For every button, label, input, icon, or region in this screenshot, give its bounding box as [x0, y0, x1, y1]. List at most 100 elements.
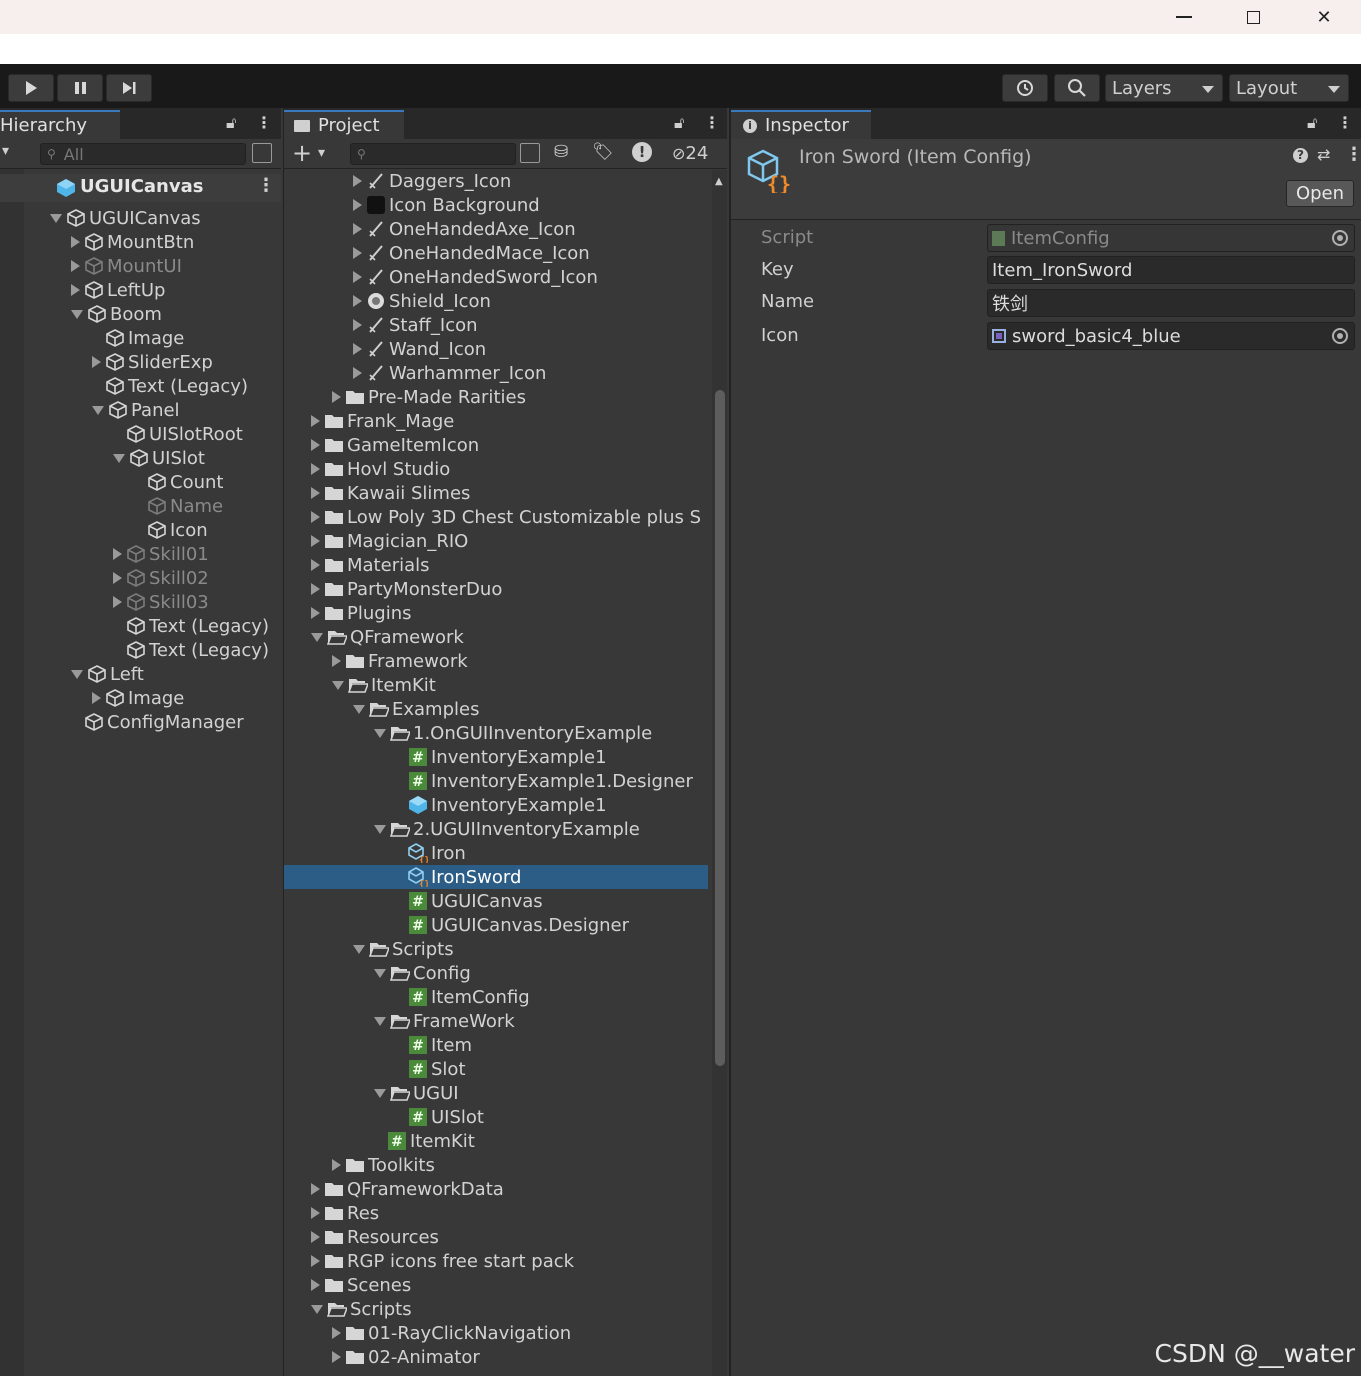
expand-arrow-icon[interactable]: [353, 271, 362, 283]
expand-arrow-icon[interactable]: [311, 1255, 320, 1267]
expand-arrow-icon[interactable]: [332, 1351, 341, 1363]
project-item[interactable]: Low Poly 3D Chest Customizable plus S: [284, 505, 701, 529]
collapse-arrow-icon[interactable]: [374, 1088, 386, 1098]
tab-inspector[interactable]: i Inspector: [731, 110, 871, 139]
expand-arrow-icon[interactable]: [71, 236, 80, 248]
project-item[interactable]: UGUI: [284, 1081, 459, 1105]
presets-icon[interactable]: ⇄: [1317, 145, 1330, 164]
expand-arrow-icon[interactable]: [311, 415, 320, 427]
collapse-arrow-icon[interactable]: [374, 968, 386, 978]
project-item[interactable]: Frank_Mage: [284, 409, 454, 433]
label-tag-icon[interactable]: 🏷︎: [592, 142, 614, 162]
project-item[interactable]: # UISlot: [284, 1105, 484, 1129]
layout-dropdown[interactable]: Layout: [1229, 74, 1349, 102]
project-search-input[interactable]: ⚲: [350, 143, 516, 165]
expand-arrow-icon[interactable]: [311, 487, 320, 499]
project-item[interactable]: InventoryExample1: [284, 793, 607, 817]
hierarchy-item[interactable]: UISlotRoot: [113, 422, 243, 446]
project-item[interactable]: # UGUICanvas.Designer: [284, 913, 629, 937]
project-item[interactable]: OneHandedAxe_Icon: [284, 217, 576, 241]
expand-arrow-icon[interactable]: [332, 655, 341, 667]
more-menu-icon[interactable]: ⋮: [1337, 113, 1353, 132]
project-item[interactable]: Config: [284, 961, 471, 985]
collapse-arrow-icon[interactable]: [332, 680, 344, 690]
hierarchy-item[interactable]: Icon: [134, 518, 208, 542]
hierarchy-item[interactable]: Boom: [71, 302, 162, 326]
help-icon[interactable]: ?: [1293, 148, 1308, 163]
project-item[interactable]: OneHandedSword_Icon: [284, 265, 598, 289]
expand-arrow-icon[interactable]: [92, 692, 101, 704]
project-item[interactable]: 01-RayClickNavigation: [284, 1321, 571, 1345]
expand-arrow-icon[interactable]: [311, 1207, 320, 1219]
warning-icon[interactable]: !: [632, 142, 652, 162]
history-button[interactable]: [1002, 74, 1048, 102]
collapse-arrow-icon[interactable]: [71, 309, 83, 319]
expand-arrow-icon[interactable]: [113, 596, 122, 608]
project-item[interactable]: Pre-Made Rarities: [284, 385, 526, 409]
project-item[interactable]: QFrameworkData: [284, 1177, 504, 1201]
hierarchy-item[interactable]: Skill02: [113, 566, 209, 590]
scrollbar-thumb[interactable]: [715, 390, 725, 1066]
scroll-up-icon[interactable]: ▲: [715, 176, 723, 187]
hierarchy-item[interactable]: UISlot: [113, 446, 205, 470]
expand-arrow-icon[interactable]: [113, 548, 122, 560]
collapse-arrow-icon[interactable]: [374, 1016, 386, 1026]
project-item[interactable]: Scenes: [284, 1273, 411, 1297]
project-item[interactable]: # UGUICanvas: [284, 889, 543, 913]
more-menu-icon[interactable]: ⋮: [704, 113, 720, 132]
project-item[interactable]: 02-Animator: [284, 1345, 480, 1369]
expand-arrow-icon[interactable]: [332, 1159, 341, 1171]
collapse-arrow-icon[interactable]: [353, 704, 365, 714]
hidden-packages-button[interactable]: ⊘24: [672, 143, 708, 164]
expand-arrow-icon[interactable]: [353, 319, 362, 331]
hierarchy-item[interactable]: Panel: [92, 398, 180, 422]
filter-type-icon[interactable]: ⛁: [554, 142, 568, 162]
hierarchy-search-input[interactable]: ⚲ All: [40, 143, 246, 165]
expand-arrow-icon[interactable]: [332, 391, 341, 403]
project-item[interactable]: Daggers_Icon: [284, 169, 511, 193]
key-field[interactable]: Item_IronSword: [987, 256, 1355, 284]
expand-arrow-icon[interactable]: [353, 199, 362, 211]
more-menu-icon[interactable]: ⋮: [257, 175, 275, 196]
play-button[interactable]: [8, 74, 54, 102]
close-button[interactable]: ✕: [1290, 0, 1358, 34]
project-item[interactable]: {}Iron: [284, 841, 466, 865]
layers-dropdown[interactable]: Layers: [1105, 74, 1223, 102]
hierarchy-item[interactable]: Skill01: [113, 542, 209, 566]
minimize-button[interactable]: [1150, 0, 1218, 34]
maximize-icon[interactable]: [520, 143, 540, 163]
collapse-arrow-icon[interactable]: [92, 405, 104, 415]
hierarchy-item[interactable]: Name: [134, 494, 223, 518]
project-item[interactable]: Scripts: [284, 1297, 412, 1321]
project-item[interactable]: Kawaii Slimes: [284, 481, 470, 505]
open-button[interactable]: Open: [1286, 180, 1354, 207]
tab-project[interactable]: Project: [284, 110, 404, 139]
hierarchy-item[interactable]: Skill03: [113, 590, 209, 614]
collapse-arrow-icon[interactable]: [311, 632, 323, 642]
project-item[interactable]: # Item: [284, 1033, 472, 1057]
project-item[interactable]: Materials: [284, 553, 430, 577]
project-item[interactable]: {}IronSword: [284, 865, 708, 889]
expand-arrow-icon[interactable]: [332, 1327, 341, 1339]
collapse-arrow-icon[interactable]: [113, 453, 125, 463]
expand-arrow-icon[interactable]: [311, 607, 320, 619]
object-picker-icon[interactable]: [1332, 230, 1348, 246]
restore-button[interactable]: [1219, 0, 1287, 34]
expand-arrow-icon[interactable]: [311, 463, 320, 475]
expand-arrow-icon[interactable]: [311, 1183, 320, 1195]
more-menu-icon[interactable]: ⋮: [1345, 144, 1361, 165]
create-dropdown-icon[interactable]: ▾: [2, 143, 9, 159]
project-item[interactable]: Magician_RIO: [284, 529, 468, 553]
tab-hierarchy[interactable]: Hierarchy: [0, 110, 120, 139]
hierarchy-item[interactable]: MountBtn: [71, 230, 194, 254]
project-item[interactable]: Plugins: [284, 601, 411, 625]
project-item[interactable]: GameItemIcon: [284, 433, 479, 457]
expand-arrow-icon[interactable]: [311, 559, 320, 571]
expand-arrow-icon[interactable]: [353, 223, 362, 235]
collapse-arrow-icon[interactable]: [374, 824, 386, 834]
scrollbar-track[interactable]: ▲: [712, 170, 727, 1376]
hierarchy-item[interactable]: ConfigManager: [71, 710, 244, 734]
project-item[interactable]: PartyMonsterDuo: [284, 577, 502, 601]
hierarchy-item[interactable]: LeftUp: [71, 278, 165, 302]
project-item[interactable]: 1.OnGUIInventoryExample: [284, 721, 652, 745]
